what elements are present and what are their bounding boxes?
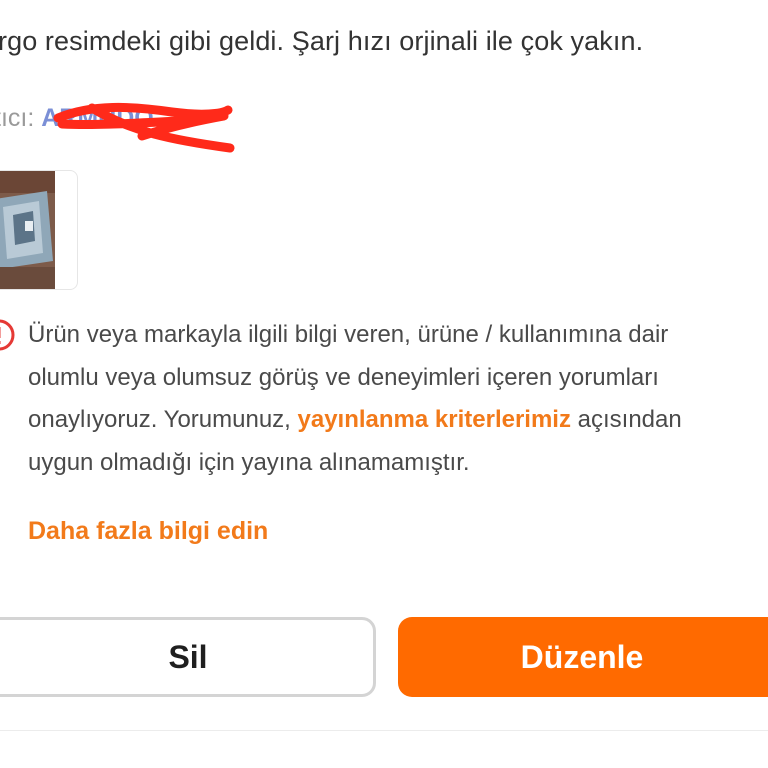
- review-text: rgo resimdeki gibi geldi. Şarj hızı orji…: [0, 26, 644, 56]
- edit-button-label: Düzenle: [520, 638, 644, 675]
- notice-line-3-start: onaylıyoruz. Yorumunuz,: [28, 406, 298, 433]
- seller-label: tıcı:: [0, 104, 35, 132]
- delete-button[interactable]: Sil: [0, 617, 376, 697]
- notice-line-2: olumlu veya olumsuz görüş ve deneyimleri…: [28, 363, 659, 391]
- info-circle-icon: [0, 319, 15, 351]
- notice-line-3: onaylıyoruz. Yorumunuz, yayınlanma krite…: [28, 399, 768, 442]
- more-info-link[interactable]: Daha fazla bilgi edin: [28, 517, 268, 546]
- redaction-scribble: [53, 102, 235, 153]
- notice-line-3-end: açısından: [570, 406, 682, 433]
- moderation-notice: Ürün veya markayla ilgili bilgi veren, ü…: [28, 314, 768, 484]
- notice-line-4: uygun olmadığı için yayına alınamamıştır…: [28, 448, 470, 476]
- delete-button-label: Sil: [168, 638, 208, 675]
- bottom-divider: [0, 730, 768, 731]
- review-photo-thumbnail[interactable]: [0, 170, 78, 290]
- product-photo-icon: [0, 171, 55, 289]
- edit-button[interactable]: Düzenle: [398, 617, 768, 697]
- notice-line-1: Ürün veya markayla ilgili bilgi veren, ü…: [28, 321, 669, 348]
- review-detail-page: rgo resimdeki gibi geldi. Şarj hızı orji…: [0, 0, 768, 768]
- publishing-criteria-link[interactable]: yayınlanma kriterlerimiz: [298, 406, 571, 433]
